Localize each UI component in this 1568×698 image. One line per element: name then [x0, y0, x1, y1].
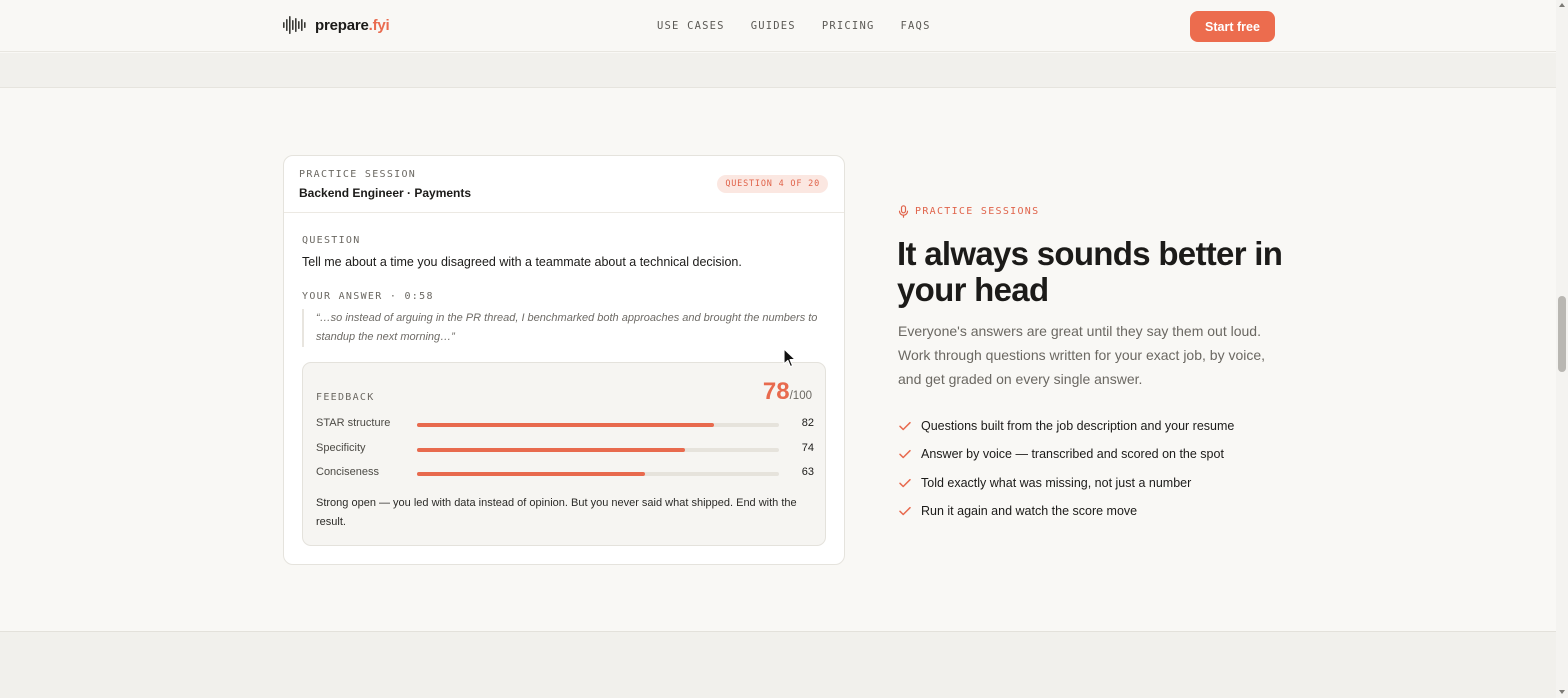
feedback-label: FEEDBACK — [316, 392, 375, 403]
metric-bar-track — [417, 423, 779, 427]
metric-label: Conciseness — [316, 466, 379, 478]
section-lead: Everyone's answers are great until they … — [898, 323, 1266, 387]
check-icon — [899, 506, 911, 516]
brand-logo[interactable]: prepare.fyi — [283, 16, 390, 34]
metric-label: Specificity — [316, 442, 366, 454]
question-text: Tell me about a time you disagreed with … — [302, 255, 742, 269]
section-kicker: PRACTICE SESSIONS — [898, 205, 1039, 218]
nav-use-cases[interactable]: USE CASES — [657, 20, 725, 32]
feature-item: Run it again and watch the score move — [898, 497, 1234, 525]
metric-row: Specificity 74 — [316, 442, 814, 458]
site-header: prepare.fyi USE CASES GUIDES PRICING FAQ… — [0, 0, 1556, 52]
brand-name: prepare.fyi — [315, 16, 390, 34]
metric-bar-track — [417, 472, 779, 476]
feature-item: Told exactly what was missing, not just … — [898, 469, 1234, 497]
answer-label: YOUR ANSWER · 0:58 — [302, 291, 434, 302]
metric-row: Conciseness 63 — [316, 466, 814, 482]
section-divider-top — [0, 53, 1556, 88]
practice-session-card: PRACTICE SESSION Backend Engineer · Paym… — [283, 155, 845, 565]
page-scrollbar[interactable] — [1556, 0, 1568, 698]
waveform-icon — [283, 16, 306, 34]
score-total: /100 — [789, 390, 812, 402]
section-divider-bottom — [0, 631, 1556, 698]
main-nav: USE CASES GUIDES PRICING FAQS — [657, 20, 931, 32]
scroll-up-arrow[interactable] — [1559, 3, 1565, 7]
metric-bar-fill — [417, 472, 646, 476]
question-label: QUESTION — [302, 235, 361, 246]
scroll-thumb[interactable] — [1558, 296, 1566, 372]
check-icon — [899, 478, 911, 487]
check-icon — [899, 450, 911, 459]
metric-value: 74 — [801, 442, 814, 454]
start-free-button[interactable]: Start free — [1190, 11, 1275, 42]
metric-row: STAR structure 82 — [316, 417, 814, 433]
metric-label: STAR structure — [316, 417, 391, 429]
feature-item: Answer by voice — transcribed and scored… — [898, 440, 1234, 468]
feedback-panel: FEEDBACK 78 /100 STAR structure 82 Speci… — [302, 362, 826, 546]
kicker-text: PRACTICE SESSIONS — [915, 206, 1040, 217]
metric-bar-track — [417, 448, 779, 452]
feedback-comment: Strong open — you led with data instead … — [316, 497, 797, 528]
scroll-down-arrow[interactable] — [1559, 690, 1565, 694]
microphone-icon — [898, 205, 909, 218]
card-title: Backend Engineer · Payments — [299, 186, 472, 200]
question-progress-badge: QUESTION 4 OF 20 — [717, 175, 828, 193]
feature-text: Told exactly what was missing, not just … — [921, 475, 1192, 490]
nav-pricing[interactable]: PRICING — [822, 20, 875, 32]
feature-item: Questions built from the job description… — [898, 412, 1234, 440]
metric-bar-fill — [417, 448, 685, 452]
card-header: PRACTICE SESSION Backend Engineer · Paym… — [284, 156, 844, 213]
section-headline: It always sounds better in your head — [897, 235, 1283, 308]
nav-faqs[interactable]: FAQS — [901, 20, 931, 32]
nav-guides[interactable]: GUIDES — [751, 20, 796, 32]
feature-text: Answer by voice — transcribed and scored… — [921, 447, 1224, 462]
feature-list: Questions built from the job description… — [898, 412, 1234, 525]
card-eyebrow: PRACTICE SESSION — [299, 169, 417, 180]
metric-value: 63 — [801, 466, 814, 478]
score-value: 78 — [762, 378, 790, 405]
answer-quote: “…so instead of arguing in the PR thread… — [302, 309, 822, 347]
feature-text: Run it again and watch the score move — [921, 504, 1138, 519]
feedback-score: 78 /100 — [763, 378, 812, 406]
metric-value: 82 — [801, 417, 814, 429]
metric-bar-fill — [417, 423, 714, 427]
mouse-cursor-icon — [783, 348, 796, 368]
feature-text: Questions built from the job description… — [921, 419, 1235, 434]
check-icon — [899, 422, 911, 431]
